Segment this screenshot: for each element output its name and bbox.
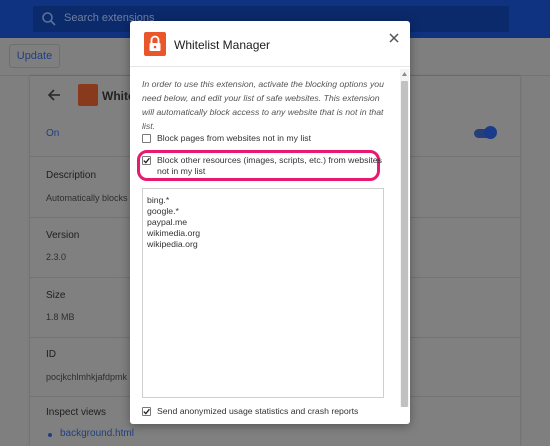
background-page-link[interactable]: background.html	[60, 428, 134, 439]
whitelist-manager-dialog: Whitelist Manager In order to use this e…	[130, 21, 410, 424]
header-divider	[130, 66, 410, 67]
version-value: 2.3.0	[46, 252, 67, 262]
update-button[interactable]: Update	[9, 44, 60, 68]
size-label: Size	[46, 290, 66, 301]
status-label: On	[46, 128, 60, 139]
back-arrow-icon[interactable]	[46, 87, 62, 103]
extension-icon	[78, 84, 98, 106]
version-label: Version	[46, 230, 80, 241]
id-label: ID	[46, 349, 56, 360]
inspect-views-label: Inspect views	[46, 407, 107, 418]
size-value: 1.8 MB	[46, 312, 75, 322]
lock-icon	[144, 32, 166, 56]
usage-stats-label: Send anonymized usage statistics and cra…	[157, 406, 359, 416]
search-icon	[42, 12, 56, 26]
block-resources-checkbox[interactable]	[142, 156, 151, 165]
block-pages-checkbox[interactable]	[142, 134, 151, 143]
close-icon[interactable]	[386, 30, 402, 46]
usage-stats-checkbox[interactable]	[142, 407, 151, 416]
list-bullet	[48, 433, 52, 437]
whitelist-textarea[interactable]: bing.* google.* paypal.me wikimedia.org …	[142, 188, 384, 398]
block-pages-label: Block pages from websites not in my list	[157, 133, 312, 143]
checkmark-icon	[143, 157, 150, 164]
dialog-title: Whitelist Manager	[174, 38, 271, 52]
block-resources-label: Block other resources (images, scripts, …	[157, 155, 382, 176]
description-value: Automatically blocks	[46, 193, 128, 203]
dialog-scrollbar-thumb[interactable]	[401, 81, 408, 407]
id-value: pocjkchlmhkjafdpmk	[46, 372, 128, 382]
instructions-text: In order to use this extension, activate…	[142, 79, 384, 131]
scroll-up-arrow-icon[interactable]	[401, 70, 408, 78]
description-label: Description	[46, 170, 97, 181]
enable-toggle[interactable]	[484, 126, 497, 139]
checkmark-icon	[143, 408, 150, 415]
